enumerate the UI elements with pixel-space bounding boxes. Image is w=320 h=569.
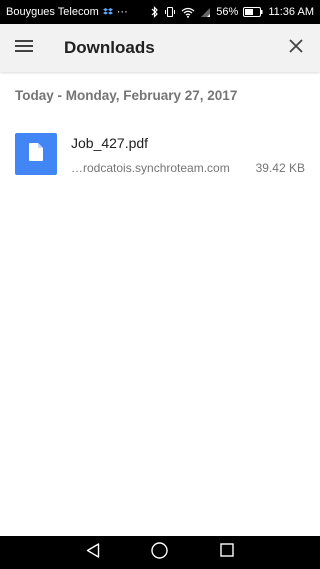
page-title: Downloads <box>64 38 155 57</box>
file-size: 39.42 KB <box>255 161 305 175</box>
recents-square-icon <box>219 543 234 562</box>
menu-button[interactable] <box>0 24 48 72</box>
vibrate-icon <box>164 6 176 18</box>
signal-icon <box>200 7 211 18</box>
app-bar: Downloads <box>0 24 320 72</box>
battery-percent: 56% <box>216 6 239 18</box>
download-item[interactable]: Job_427.pdf …rodcatois.synchroteam.com 3… <box>0 124 320 188</box>
document-icon <box>29 142 43 166</box>
hamburger-menu-icon <box>15 39 33 58</box>
close-icon <box>289 38 303 58</box>
more-notifications: ··· <box>116 6 128 18</box>
back-button[interactable] <box>73 536 113 569</box>
bluetooth-icon <box>151 6 159 18</box>
date-header: Today - Monday, February 27, 2017 <box>15 88 238 103</box>
home-button[interactable] <box>140 536 180 569</box>
close-button[interactable] <box>272 24 320 72</box>
home-circle-icon <box>151 541 169 564</box>
wifi-icon <box>181 7 195 18</box>
screen: Bouygues Telecom ··· 56% 11:36 AM Downlo… <box>0 0 320 569</box>
battery-icon <box>243 7 263 17</box>
back-triangle-icon <box>86 542 100 563</box>
status-bar: Bouygues Telecom ··· 56% 11:36 AM <box>0 0 320 24</box>
file-thumbnail <box>15 133 57 175</box>
clock: 11:36 AM <box>268 6 314 18</box>
carrier-name: Bouygues Telecom <box>6 6 99 18</box>
file-name: Job_427.pdf <box>71 135 149 151</box>
system-nav-bar <box>0 536 320 569</box>
file-source: …rodcatois.synchroteam.com <box>71 161 230 175</box>
recents-button[interactable] <box>207 536 247 569</box>
dropbox-icon <box>102 7 113 17</box>
